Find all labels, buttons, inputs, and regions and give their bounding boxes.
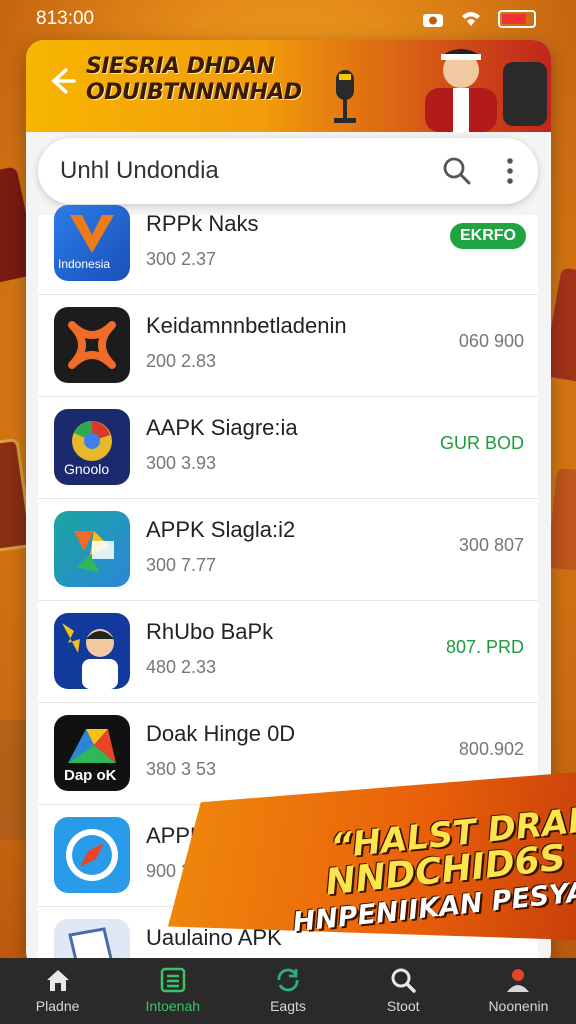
knot-logo-icon <box>68 321 116 369</box>
app-price: 300 807 <box>458 535 524 555</box>
app-name: Keidamnnbetladenin <box>146 313 347 338</box>
app-price: 060 900 <box>458 331 524 351</box>
compass-logo-icon <box>66 829 118 881</box>
app-price: 807. PRD <box>445 637 524 657</box>
app-meta: 300 7.77 <box>146 555 217 575</box>
tab-label: Noonenin <box>488 998 549 1014</box>
app-icon <box>54 613 130 689</box>
app-name: RPPk Naks <box>146 211 259 236</box>
status-badge[interactable]: EKRFO <box>450 223 526 249</box>
back-button[interactable] <box>46 66 82 102</box>
app-name: Doak Hinge 0D <box>146 721 296 746</box>
app-meta: 380 3 53 <box>146 759 217 779</box>
app-icon <box>54 817 130 893</box>
tab-search[interactable]: Stoot <box>346 958 461 1024</box>
camera-icon <box>423 14 443 27</box>
tab-updates[interactable]: Eagts <box>230 958 345 1024</box>
tab-label: Eagts <box>270 998 306 1014</box>
status-time: 813:00 <box>36 8 95 29</box>
page-title-line2: ODUIBTNNNNHAD <box>86 80 302 105</box>
person-illustration <box>425 49 497 132</box>
app-icon <box>54 307 130 383</box>
user-icon <box>507 969 530 992</box>
app-price: 800.902 <box>458 739 524 759</box>
gadget-illustration <box>503 62 547 126</box>
list-icon <box>160 967 186 993</box>
refresh-icon <box>277 968 299 992</box>
list-item[interactable]: APPK Slagla:i2 300 7.77 300 807 <box>38 499 538 601</box>
app-meta: 300 3.93 <box>146 453 217 473</box>
header-banner: SIESRIA DHDAN ODUIBTNNNNHAD <box>26 40 551 132</box>
tab-profile[interactable]: Noonenin <box>461 958 576 1024</box>
more-vert-icon[interactable] <box>504 156 516 186</box>
app-meta: 300 2.37 <box>146 249 217 269</box>
app-name: AAPK Siagre:ia <box>146 415 298 440</box>
tab-label: Intoenah <box>145 998 201 1014</box>
app-icon-label: Dap oK <box>64 767 117 784</box>
arrow-left-icon <box>51 68 76 94</box>
home-icon <box>46 970 69 991</box>
wifi-icon <box>462 12 480 26</box>
pinwheel-logo-icon <box>74 531 114 573</box>
page-title-line1: SIESRIA DHDAN <box>86 54 275 79</box>
tab-home[interactable]: Pladne <box>0 958 115 1024</box>
app-name: APPK Slagla:i2 <box>146 517 296 542</box>
search-input[interactable] <box>60 150 420 192</box>
app-meta: 200 2.83 <box>146 351 217 371</box>
app-icon: Gnoolo <box>54 409 130 485</box>
person-avatar-icon <box>62 623 118 689</box>
list-item[interactable]: Indonesia RPPk Naks 300 2.37 EKRFO <box>38 193 538 295</box>
app-icon: Indonesia <box>54 205 130 281</box>
bottom-tab-bar: Pladne Intoenah Eagts Stoot Noonenin <box>0 958 576 1024</box>
tab-list[interactable]: Intoenah <box>115 958 230 1024</box>
microphone-illustration <box>334 70 356 123</box>
app-meta: 480 2.33 <box>146 657 217 677</box>
app-icon-label: Gnoolo <box>64 461 110 477</box>
list-item[interactable]: Keidamnnbetladenin 200 2.83 060 900 <box>38 295 538 397</box>
search-icon[interactable] <box>442 156 472 186</box>
battery-icon <box>498 10 536 28</box>
tab-label: Pladne <box>35 998 80 1014</box>
search-icon <box>391 968 416 993</box>
app-icon-label: Indonesia <box>58 257 111 271</box>
list-item[interactable]: Gnoolo AAPK Siagre:ia 300 3.93 GUR BOD <box>38 397 538 499</box>
app-price: GUR BOD <box>439 433 524 453</box>
tab-label: Stoot <box>386 998 420 1014</box>
status-bar: 813:00 <box>0 0 576 38</box>
app-icon <box>54 511 130 587</box>
status-icons <box>422 10 536 28</box>
app-name: RhUbo BaPk <box>146 619 274 644</box>
background-book-decoration <box>546 467 576 573</box>
page-title: SIESRIA DHDAN ODUIBTNNNNHAD <box>86 54 336 106</box>
list-item[interactable]: RhUbo BaPk 480 2.33 807. PRD <box>38 601 538 703</box>
app-icon: Dap oK <box>54 715 130 791</box>
